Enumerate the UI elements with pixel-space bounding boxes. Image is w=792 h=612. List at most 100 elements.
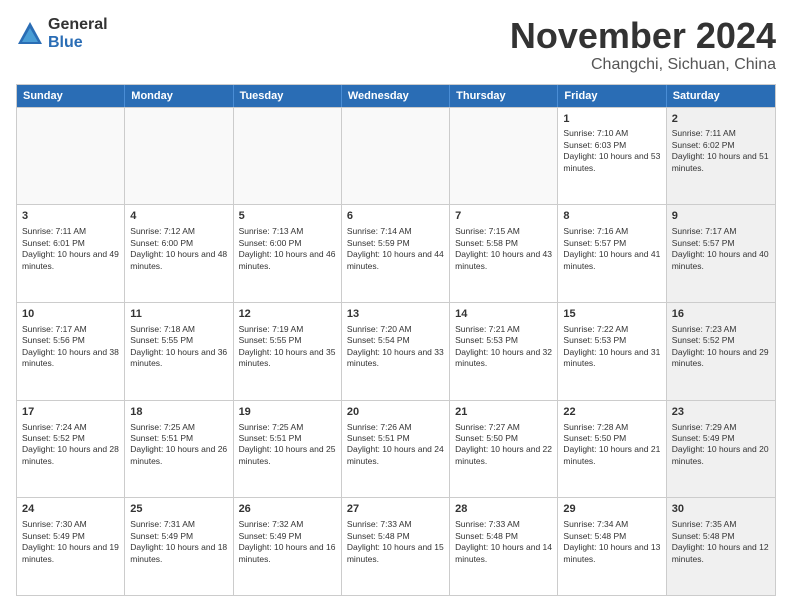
day-info-line: Daylight: 10 hours and 48 minutes.	[130, 249, 227, 272]
calendar-day-27: 27Sunrise: 7:33 AMSunset: 5:48 PMDayligh…	[342, 498, 450, 595]
day-number: 27	[347, 502, 444, 517]
calendar-day-24: 24Sunrise: 7:30 AMSunset: 5:49 PMDayligh…	[17, 498, 125, 595]
calendar-week-1: 1Sunrise: 7:10 AMSunset: 6:03 PMDaylight…	[17, 107, 775, 205]
day-info-line: Daylight: 10 hours and 44 minutes.	[347, 249, 444, 272]
calendar-week-4: 17Sunrise: 7:24 AMSunset: 5:52 PMDayligh…	[17, 400, 775, 498]
day-info-line: Sunset: 5:49 PM	[672, 433, 770, 444]
day-info-line: Sunset: 5:59 PM	[347, 238, 444, 249]
day-info-line: Sunrise: 7:23 AM	[672, 324, 770, 335]
calendar-day-13: 13Sunrise: 7:20 AMSunset: 5:54 PMDayligh…	[342, 303, 450, 400]
calendar-week-5: 24Sunrise: 7:30 AMSunset: 5:49 PMDayligh…	[17, 497, 775, 595]
day-info-line: Sunrise: 7:18 AM	[130, 324, 227, 335]
day-info-line: Sunset: 5:53 PM	[455, 335, 552, 346]
calendar-day-17: 17Sunrise: 7:24 AMSunset: 5:52 PMDayligh…	[17, 401, 125, 498]
day-info-line: Sunrise: 7:11 AM	[22, 226, 119, 237]
day-number: 30	[672, 502, 770, 517]
day-number: 10	[22, 307, 119, 322]
day-info-line: Daylight: 10 hours and 51 minutes.	[672, 151, 770, 174]
logo-text: General Blue	[48, 16, 108, 51]
calendar-cell-empty	[342, 108, 450, 205]
day-info-line: Daylight: 10 hours and 38 minutes.	[22, 347, 119, 370]
calendar-cell-empty	[450, 108, 558, 205]
day-header-saturday: Saturday	[667, 85, 775, 107]
calendar-header: SundayMondayTuesdayWednesdayThursdayFrid…	[17, 85, 775, 107]
calendar-day-1: 1Sunrise: 7:10 AMSunset: 6:03 PMDaylight…	[558, 108, 666, 205]
day-info-line: Sunset: 5:57 PM	[563, 238, 660, 249]
calendar-day-16: 16Sunrise: 7:23 AMSunset: 5:52 PMDayligh…	[667, 303, 775, 400]
month-title: November 2024	[510, 16, 776, 56]
day-info-line: Sunset: 5:48 PM	[672, 531, 770, 542]
calendar-day-14: 14Sunrise: 7:21 AMSunset: 5:53 PMDayligh…	[450, 303, 558, 400]
day-info-line: Sunrise: 7:28 AM	[563, 422, 660, 433]
calendar-day-26: 26 Sunrise: 7:32 AMSunset: 5:49 PMDayligh…	[234, 498, 342, 595]
day-info-line: Sunrise: 7:33 AM	[347, 519, 444, 530]
day-info-line: Sunset: 6:00 PM	[239, 238, 336, 249]
calendar-cell-empty	[17, 108, 125, 205]
day-info-line: Sunrise: 7:22 AM	[563, 324, 660, 335]
calendar-day-8: 8Sunrise: 7:16 AMSunset: 5:57 PMDaylight…	[558, 205, 666, 302]
calendar-day-4: 4Sunrise: 7:12 AMSunset: 6:00 PMDaylight…	[125, 205, 233, 302]
day-number: 7	[455, 209, 552, 224]
day-info-line: Sunrise: 7:14 AM	[347, 226, 444, 237]
day-number: 17	[22, 405, 119, 420]
calendar-cell-empty	[234, 108, 342, 205]
day-info-line: Sunset: 6:03 PM	[563, 140, 660, 151]
logo-icon	[16, 20, 44, 48]
day-number: 13	[347, 307, 444, 322]
title-block: November 2024 Changchi, Sichuan, China	[510, 16, 776, 74]
day-number: 19	[239, 405, 336, 420]
logo-general-text: General	[48, 16, 108, 34]
day-info-line: Daylight: 10 hours and 21 minutes.	[563, 444, 660, 467]
day-info-line: Daylight: 10 hours and 29 minutes.	[672, 347, 770, 370]
day-info-line: Sunset: 5:49 PM	[239, 531, 336, 542]
day-info-line: Daylight: 10 hours and 16 minutes.	[239, 542, 336, 565]
calendar-day-20: 20Sunrise: 7:26 AMSunset: 5:51 PMDayligh…	[342, 401, 450, 498]
day-info-line: Daylight: 10 hours and 36 minutes.	[130, 347, 227, 370]
day-info-line: Daylight: 10 hours and 13 minutes.	[563, 542, 660, 565]
day-number: 16	[672, 307, 770, 322]
day-number: 22	[563, 405, 660, 420]
logo-blue-text: Blue	[48, 34, 108, 52]
day-info-line: Sunrise: 7:12 AM	[130, 226, 227, 237]
day-number: 12	[239, 307, 336, 322]
calendar-week-2: 3Sunrise: 7:11 AMSunset: 6:01 PMDaylight…	[17, 204, 775, 302]
day-number: 26	[239, 502, 336, 517]
day-header-monday: Monday	[125, 85, 233, 107]
day-info-line: Sunrise: 7:32 AM	[239, 519, 336, 530]
day-number: 9	[672, 209, 770, 224]
day-info-line: Daylight: 10 hours and 49 minutes.	[22, 249, 119, 272]
day-info-line: Daylight: 10 hours and 25 minutes.	[239, 444, 336, 467]
day-info-line: Sunset: 5:58 PM	[455, 238, 552, 249]
day-info-line: Sunset: 6:01 PM	[22, 238, 119, 249]
day-number: 29	[563, 502, 660, 517]
day-info-line: Sunrise: 7:24 AM	[22, 422, 119, 433]
day-info-line: Sunset: 5:48 PM	[563, 531, 660, 542]
day-info-line: Daylight: 10 hours and 35 minutes.	[239, 347, 336, 370]
day-number: 6	[347, 209, 444, 224]
day-number: 20	[347, 405, 444, 420]
day-info-line: Sunrise: 7:10 AM	[563, 128, 660, 139]
calendar-day-19: 19Sunrise: 7:25 AMSunset: 5:51 PMDayligh…	[234, 401, 342, 498]
day-info-line: Sunrise: 7:17 AM	[672, 226, 770, 237]
day-info-line: Sunset: 5:51 PM	[239, 433, 336, 444]
day-info-line: Daylight: 10 hours and 22 minutes.	[455, 444, 552, 467]
day-info-line: Sunrise: 7:13 AM	[239, 226, 336, 237]
day-info-line: Daylight: 10 hours and 26 minutes.	[130, 444, 227, 467]
day-info-line: Sunrise: 7:21 AM	[455, 324, 552, 335]
day-header-thursday: Thursday	[450, 85, 558, 107]
day-info-line: Sunset: 5:50 PM	[563, 433, 660, 444]
calendar-day-18: 18Sunrise: 7:25 AMSunset: 5:51 PMDayligh…	[125, 401, 233, 498]
day-info-line: Sunset: 5:48 PM	[347, 531, 444, 542]
day-info-line: Sunrise: 7:25 AM	[130, 422, 227, 433]
calendar-day-25: 25Sunrise: 7:31 AMSunset: 5:49 PMDayligh…	[125, 498, 233, 595]
header: General Blue November 2024 Changchi, Sic…	[16, 16, 776, 74]
day-number: 23	[672, 405, 770, 420]
day-info-line: Sunrise: 7:11 AM	[672, 128, 770, 139]
calendar-day-12: 12Sunrise: 7:19 AMSunset: 5:55 PMDayligh…	[234, 303, 342, 400]
day-info-line: Sunset: 5:51 PM	[130, 433, 227, 444]
calendar-day-28: 28Sunrise: 7:33 AMSunset: 5:48 PMDayligh…	[450, 498, 558, 595]
day-info-line: Sunrise: 7:30 AM	[22, 519, 119, 530]
calendar-day-15: 15Sunrise: 7:22 AMSunset: 5:53 PMDayligh…	[558, 303, 666, 400]
day-info-line: Sunset: 5:48 PM	[455, 531, 552, 542]
day-info-line: Daylight: 10 hours and 19 minutes.	[22, 542, 119, 565]
